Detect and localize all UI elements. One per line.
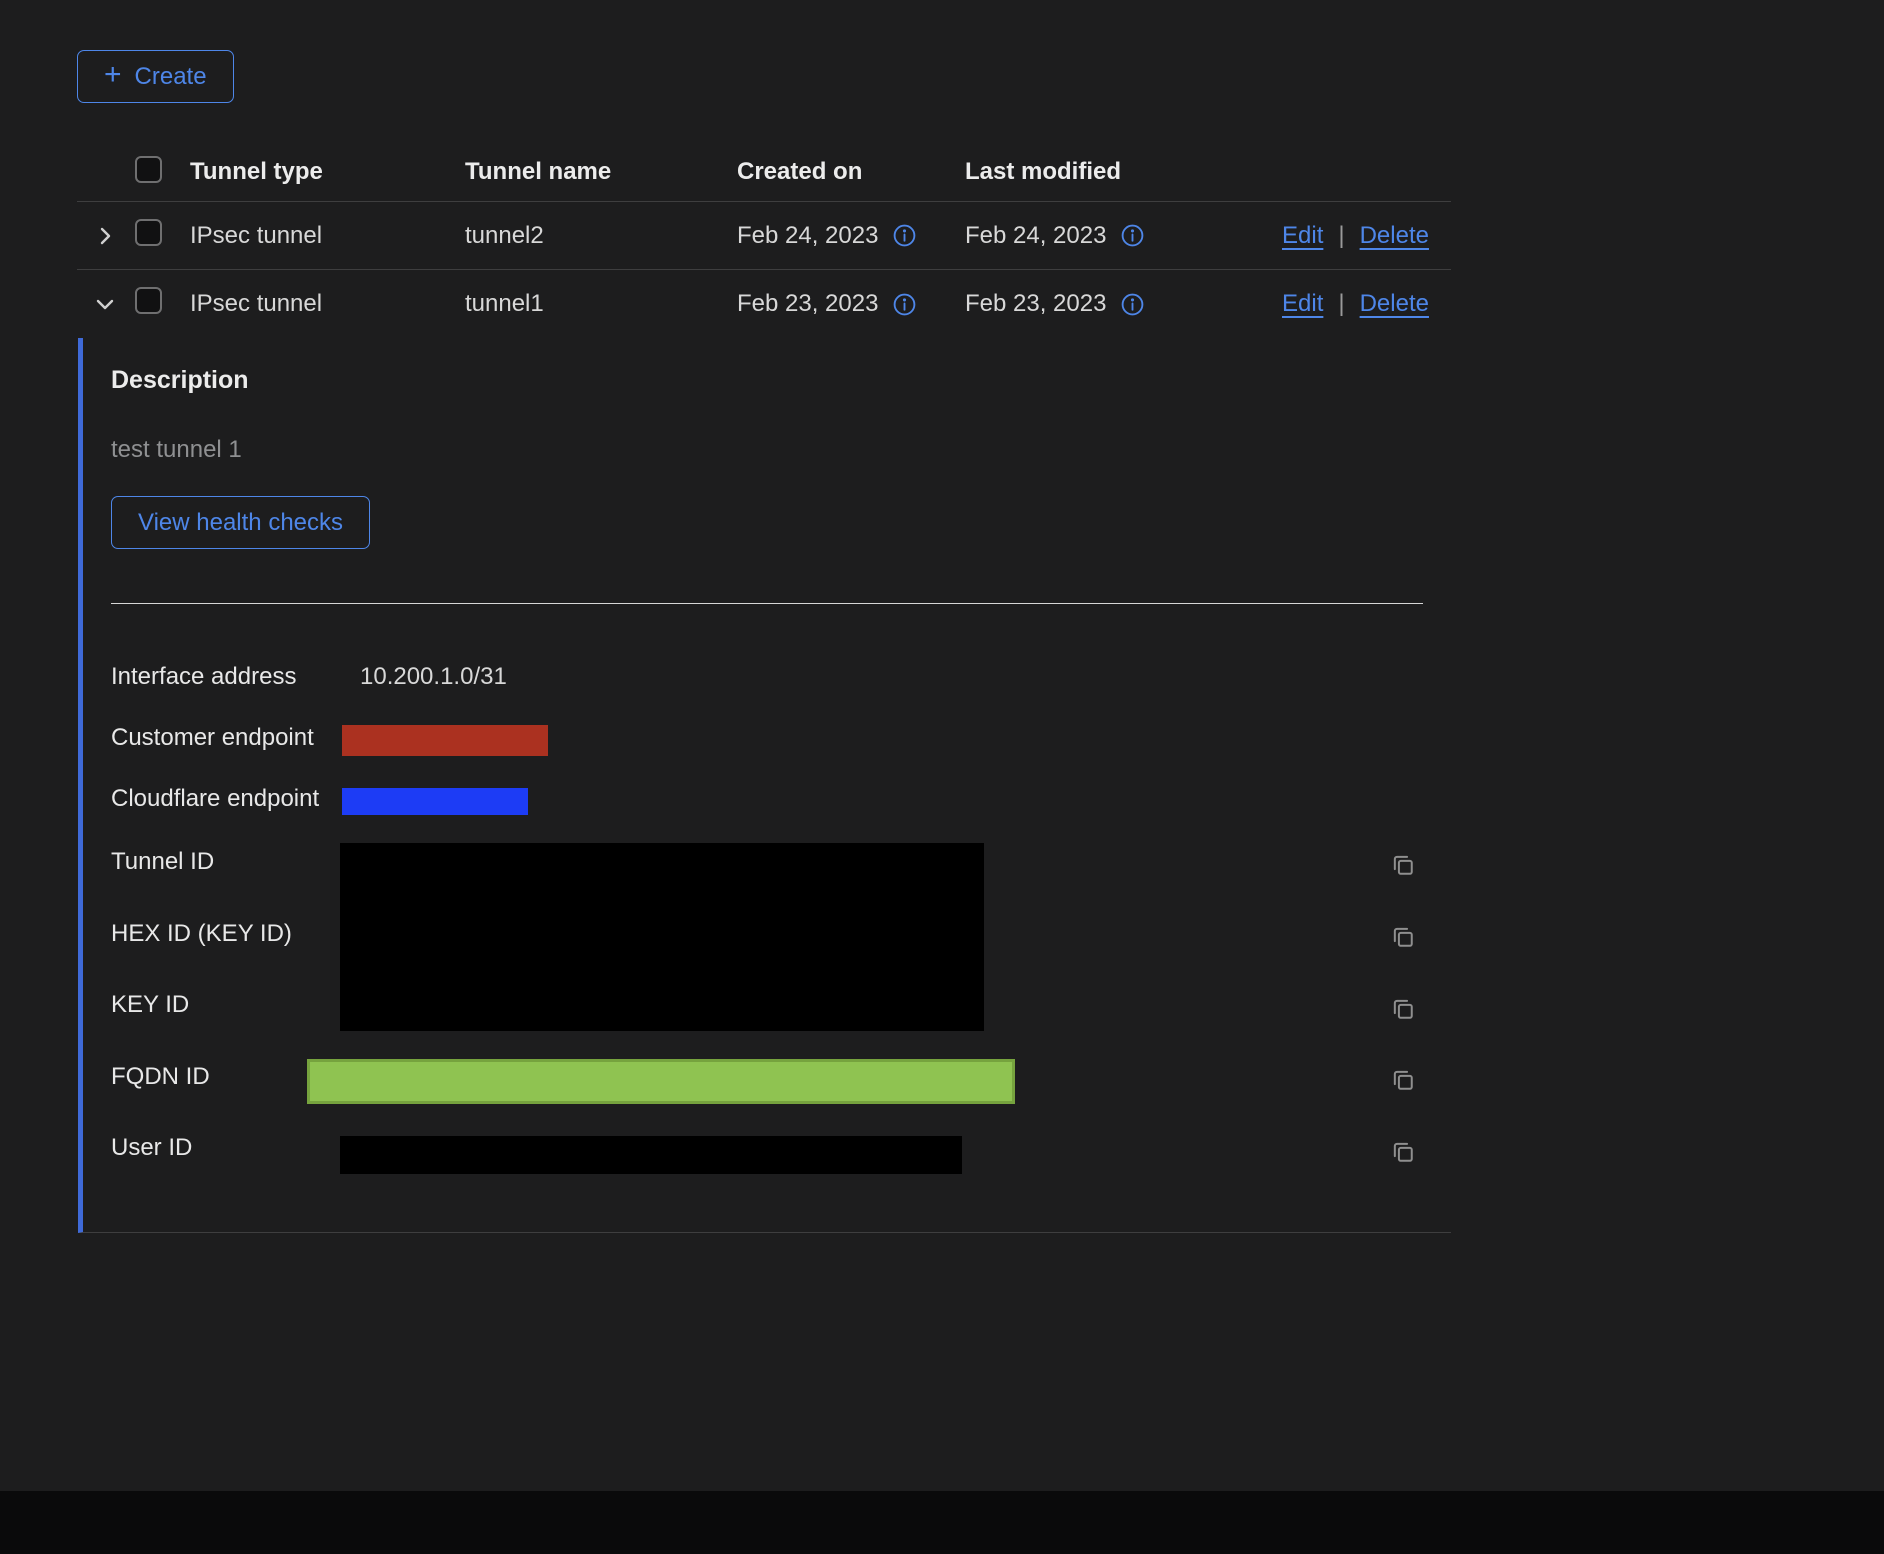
tunnel-detail-panel: Description test tunnel 1 View health ch…	[78, 338, 1451, 1233]
tunnel-name-cell: tunnel2	[465, 222, 737, 250]
table-header-row: Tunnel type Tunnel name Created on Last …	[77, 143, 1451, 202]
select-all-checkbox[interactable]	[135, 156, 162, 183]
edit-link[interactable]: Edit	[1282, 222, 1323, 250]
info-icon[interactable]	[1120, 292, 1145, 317]
plus-icon: +	[104, 60, 122, 90]
row-checkbox[interactable]	[135, 287, 162, 314]
header-last-modified: Last modified	[965, 158, 1282, 186]
header-tunnel-name: Tunnel name	[465, 158, 737, 186]
action-separator: |	[1338, 290, 1344, 318]
info-icon[interactable]	[1120, 223, 1145, 248]
row-checkbox[interactable]	[135, 219, 162, 246]
tunnel-type-cell: IPsec tunnel	[190, 222, 465, 250]
fqdn-id-redacted-value	[307, 1059, 1015, 1104]
last-modified-cell: Feb 24, 2023	[965, 222, 1106, 250]
cloudflare-endpoint-redacted-value	[342, 788, 528, 815]
interface-address-value: 10.200.1.0/31	[360, 663, 507, 691]
table-row: IPsec tunnel tunnel2 Feb 24, 2023 Feb 24…	[77, 202, 1451, 270]
create-button[interactable]: + Create	[77, 50, 234, 103]
customer-endpoint-label: Customer endpoint	[111, 724, 314, 752]
copy-icon[interactable]	[1388, 850, 1418, 880]
copy-icon[interactable]	[1388, 1065, 1418, 1095]
delete-link[interactable]: Delete	[1360, 222, 1429, 250]
header-tunnel-type: Tunnel type	[190, 158, 465, 186]
user-id-label: User ID	[111, 1134, 192, 1162]
bottom-edge-strip	[0, 1491, 1884, 1554]
hex-id-label: HEX ID (KEY ID)	[111, 920, 292, 948]
tunnel-id-label: Tunnel ID	[111, 848, 214, 876]
cloudflare-endpoint-label: Cloudflare endpoint	[111, 785, 319, 813]
view-health-checks-button[interactable]: View health checks	[111, 496, 370, 549]
info-icon[interactable]	[892, 292, 917, 317]
info-icon[interactable]	[892, 223, 917, 248]
header-created-on: Created on	[737, 158, 965, 186]
detail-divider	[111, 603, 1423, 604]
tunnel-name-cell: tunnel1	[465, 290, 737, 318]
copy-icon[interactable]	[1388, 1137, 1418, 1167]
tunnel-type-cell: IPsec tunnel	[190, 290, 465, 318]
last-modified-cell: Feb 23, 2023	[965, 290, 1106, 318]
copy-icon[interactable]	[1388, 922, 1418, 952]
created-on-cell: Feb 23, 2023	[737, 290, 878, 318]
tunnel-table: Tunnel type Tunnel name Created on Last …	[77, 143, 1451, 338]
key-id-label: KEY ID	[111, 991, 189, 1019]
description-value: test tunnel 1	[111, 436, 242, 464]
table-row: IPsec tunnel tunnel1 Feb 23, 2023 Feb 23…	[77, 270, 1451, 338]
customer-endpoint-redacted-value	[342, 725, 548, 756]
action-separator: |	[1338, 222, 1344, 250]
copy-icon[interactable]	[1388, 994, 1418, 1024]
description-label: Description	[111, 366, 249, 395]
created-on-cell: Feb 24, 2023	[737, 222, 878, 250]
user-id-redacted-value	[340, 1136, 962, 1174]
create-button-label: Create	[135, 63, 207, 91]
tunnel-ids-redacted-value	[340, 843, 984, 1031]
delete-link[interactable]: Delete	[1360, 290, 1429, 318]
edit-link[interactable]: Edit	[1282, 290, 1323, 318]
fqdn-id-label: FQDN ID	[111, 1063, 210, 1091]
chevron-down-icon[interactable]	[83, 282, 127, 326]
interface-address-label: Interface address	[111, 663, 296, 691]
chevron-right-icon[interactable]	[83, 214, 127, 258]
